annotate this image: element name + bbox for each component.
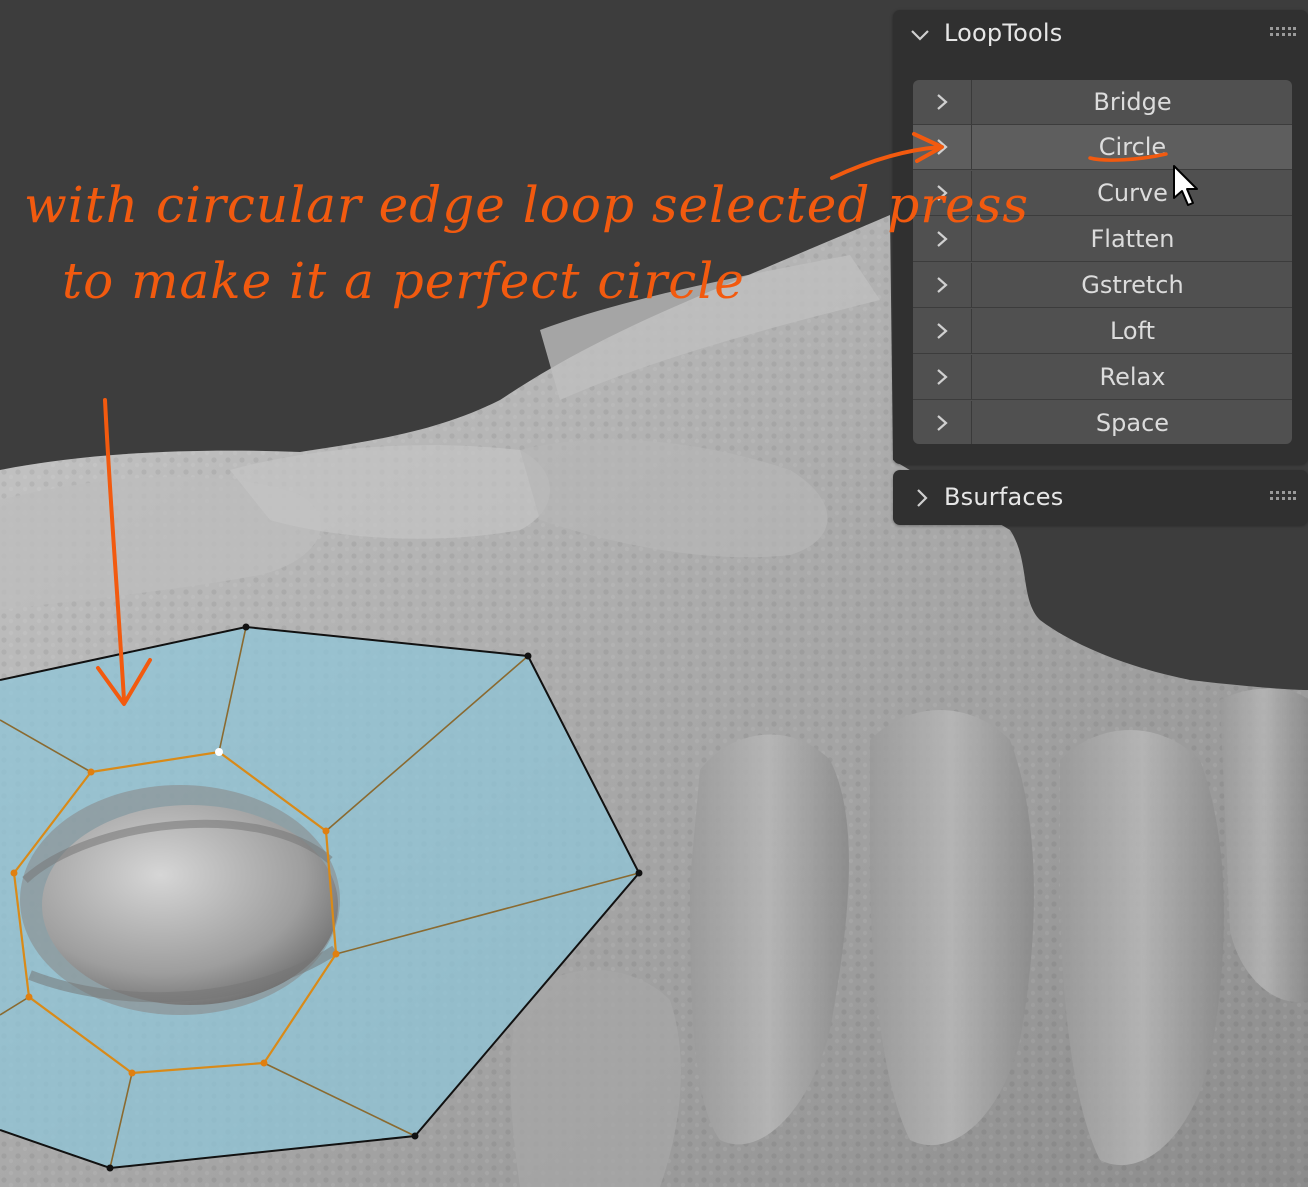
- grip-dots-icon[interactable]: [1270, 26, 1296, 38]
- chevron-down-icon: [911, 30, 929, 41]
- grip-dots-icon[interactable]: [1270, 490, 1296, 502]
- tool-expander[interactable]: [913, 355, 972, 399]
- chevron-right-icon: [937, 139, 948, 155]
- looptools-panel: LoopTools Bridge Circle Curve Flatten Gs…: [893, 10, 1308, 464]
- bsurfaces-panel: Bsurfaces: [893, 470, 1308, 525]
- tool-expander[interactable]: [913, 171, 972, 215]
- tool-label: Loft: [1109, 317, 1156, 345]
- tool-label: Circle: [1098, 133, 1167, 161]
- tool-expander[interactable]: [913, 125, 972, 169]
- bsurfaces-panel-header[interactable]: Bsurfaces: [893, 470, 1308, 516]
- mouse-pointer-icon: [1173, 165, 1198, 206]
- tool-row-relax[interactable]: Relax: [913, 355, 1292, 400]
- tool-label: Bridge: [1093, 88, 1172, 116]
- tool-label: Curve: [1097, 179, 1168, 207]
- tool-expander[interactable]: [913, 263, 972, 307]
- tool-label: Gstretch: [1081, 271, 1184, 299]
- active-vertex: [215, 748, 223, 756]
- chevron-right-icon: [937, 94, 948, 110]
- chevron-right-icon: [937, 277, 948, 293]
- tool-row-loft[interactable]: Loft: [913, 309, 1292, 354]
- looptools-panel-header[interactable]: LoopTools: [893, 10, 1308, 56]
- tool-row-circle[interactable]: Circle: [913, 125, 1292, 170]
- tool-expander[interactable]: [913, 401, 972, 444]
- tool-row-space[interactable]: Space: [913, 401, 1292, 444]
- tool-expander[interactable]: [913, 80, 972, 124]
- looptools-tool-list: Bridge Circle Curve Flatten Gstretch Lof…: [913, 80, 1292, 444]
- panel-title: Bsurfaces: [944, 483, 1064, 511]
- chevron-right-icon: [917, 489, 928, 507]
- chevron-right-icon: [937, 323, 948, 339]
- tool-row-flatten[interactable]: Flatten: [913, 217, 1292, 262]
- panel-title: LoopTools: [944, 19, 1063, 47]
- chevron-right-icon: [937, 185, 948, 201]
- tool-expander[interactable]: [913, 309, 972, 353]
- tool-row-gstretch[interactable]: Gstretch: [913, 263, 1292, 308]
- tool-label: Space: [1095, 409, 1170, 437]
- chevron-right-icon: [937, 231, 948, 247]
- tool-row-curve[interactable]: Curve: [913, 171, 1292, 216]
- tool-expander[interactable]: [913, 217, 972, 261]
- tool-label: Flatten: [1090, 225, 1175, 253]
- tool-row-bridge[interactable]: Bridge: [913, 80, 1292, 125]
- chevron-right-icon: [937, 415, 948, 431]
- tool-label: Relax: [1099, 363, 1166, 391]
- chevron-right-icon: [937, 369, 948, 385]
